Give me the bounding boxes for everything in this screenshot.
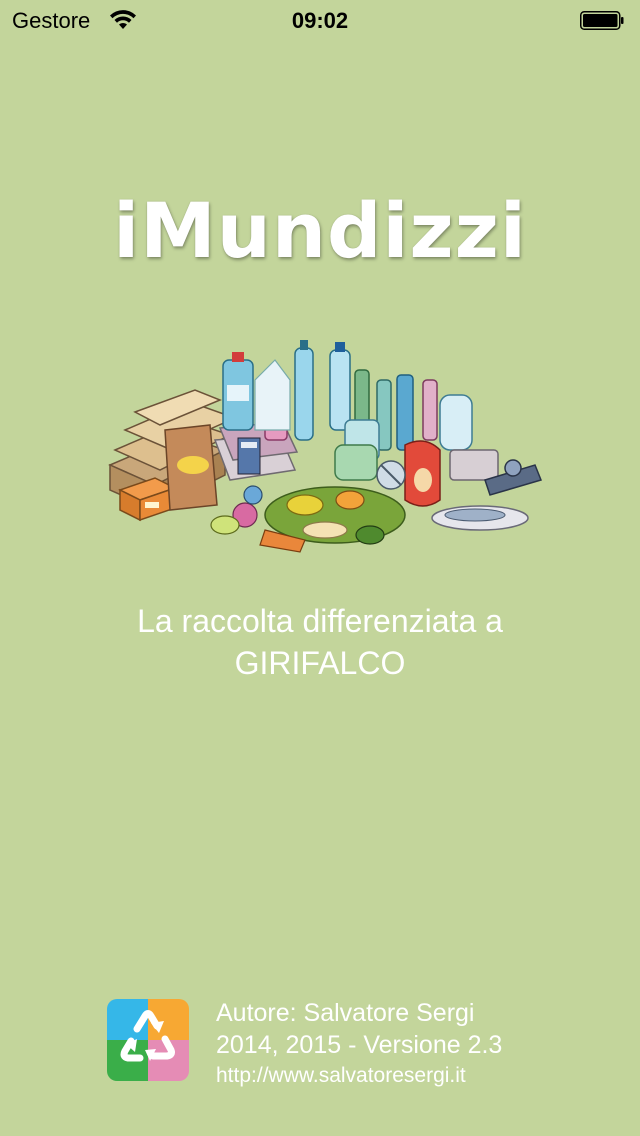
paper-bag	[164, 424, 218, 511]
jars	[404, 440, 441, 507]
author-label: Autore: Salvatore Sergi	[216, 999, 475, 1027]
status-time: 09:02	[291, 8, 349, 33]
subtitle: La raccolta differenziata a GIRIFALCO	[40, 600, 600, 684]
plastic-bottles	[222, 340, 351, 441]
subtitle-line-1: La raccolta differenziata a	[137, 603, 503, 639]
app-title: iMundizzi	[113, 186, 527, 275]
waste-illustration	[108, 340, 543, 553]
battery-icon	[580, 11, 624, 30]
recycle-logo-icon	[107, 999, 189, 1081]
metal-items	[376, 449, 543, 496]
website-link[interactable]: http://www.salvatoresergi.it	[216, 1061, 502, 1091]
fish-plate	[431, 505, 529, 531]
organic-waste	[210, 485, 406, 553]
footer-credits: Autore: Salvatore Sergi 2014, 2015 - Ver…	[216, 997, 502, 1091]
version-label: 2014, 2015 - Versione 2.3	[216, 1031, 503, 1059]
status-bar: Gestore 09:02	[0, 0, 640, 40]
subtitle-line-2: GIRIFALCO	[234, 645, 406, 681]
